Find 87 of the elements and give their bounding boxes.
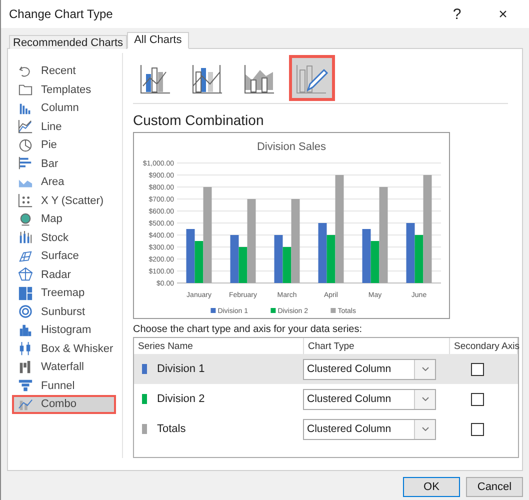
chart-type-item[interactable]: Stock bbox=[12, 228, 116, 247]
caret-icon bbox=[422, 367, 428, 371]
chart-type-item[interactable]: Bar bbox=[12, 154, 116, 173]
chart-type-label: Map bbox=[41, 213, 62, 226]
waterfall-chart-icon bbox=[18, 360, 33, 375]
bar bbox=[362, 229, 371, 283]
series-name: Division 2 bbox=[157, 393, 205, 405]
checkbox[interactable] bbox=[470, 362, 484, 376]
chart-type-item[interactable]: Box & Whisker bbox=[12, 340, 116, 358]
dialog-button[interactable]: OK bbox=[403, 477, 460, 497]
bar bbox=[274, 235, 283, 283]
chart-type-label: Surface bbox=[41, 250, 79, 262]
scatter-chart-icon bbox=[18, 193, 33, 208]
box-whisker-icon bbox=[18, 341, 33, 356]
chart-type-item[interactable]: Map bbox=[12, 210, 116, 228]
sunburst-icon bbox=[18, 304, 33, 320]
chart-title: Division Sales bbox=[256, 141, 326, 153]
bar-chart-icon bbox=[18, 156, 33, 172]
surface-chart-icon bbox=[18, 248, 33, 264]
checkbox[interactable] bbox=[470, 392, 484, 406]
help-button[interactable]: ? bbox=[439, 1, 475, 27]
chart-type-item[interactable]: Pie bbox=[12, 136, 116, 154]
treemap-icon bbox=[18, 286, 33, 301]
chart-type-dropdown[interactable]: Clustered Column bbox=[303, 388, 436, 410]
stock-chart-icon bbox=[18, 230, 33, 246]
funnel-icon bbox=[18, 378, 33, 394]
chart-type-label: Pie bbox=[41, 139, 57, 152]
chart-type-item[interactable]: Histogram bbox=[12, 321, 116, 340]
chart-subtype-button[interactable] bbox=[289, 55, 335, 101]
caret-icon bbox=[422, 397, 428, 401]
chart-type-dropdown[interactable]: Clustered Column bbox=[303, 418, 436, 440]
chart-type-label: Stock bbox=[41, 232, 69, 244]
chart-type-label: Box & Whisker bbox=[41, 342, 114, 355]
chart-type-item[interactable]: Sunburst bbox=[12, 302, 116, 321]
chart-type-label: Funnel bbox=[41, 380, 75, 392]
chart-type-label: Treemap bbox=[41, 287, 85, 300]
line-chart-icon bbox=[18, 119, 33, 134]
checkbox[interactable] bbox=[470, 422, 484, 436]
series-name: Division 1 bbox=[157, 363, 205, 375]
chart-type-label: Column bbox=[41, 102, 79, 114]
chart-type-item[interactable]: Column bbox=[12, 99, 116, 118]
chart-type-item[interactable]: Templates bbox=[12, 80, 116, 99]
series-row[interactable]: Division 1 Clustered Column bbox=[134, 354, 518, 384]
globe-icon bbox=[18, 212, 33, 227]
section-heading: Custom Combination bbox=[133, 112, 265, 128]
chart-type-item[interactable]: Recent bbox=[12, 62, 116, 80]
chart-type-label: Recent bbox=[41, 65, 76, 78]
chart-type-item[interactable]: X Y (Scatter) bbox=[12, 192, 116, 210]
chart-type-label: X Y (Scatter) bbox=[41, 194, 104, 207]
tab[interactable]: Recommended Charts bbox=[9, 35, 128, 49]
chart-type-item[interactable]: Treemap bbox=[12, 284, 116, 302]
chart-type-label: Sunburst bbox=[41, 306, 86, 318]
chart-type-dropdown[interactable]: Clustered Column bbox=[303, 358, 436, 380]
chart-type-label: Templates bbox=[41, 84, 92, 96]
legend-swatch bbox=[330, 308, 336, 313]
radar-chart-icon bbox=[18, 267, 33, 282]
folder-icon bbox=[18, 82, 33, 98]
chart-type-label: Area bbox=[41, 176, 64, 188]
legend-swatch bbox=[270, 308, 276, 313]
series-name: Totals bbox=[157, 423, 186, 435]
chart-type-item[interactable]: Funnel bbox=[12, 376, 116, 395]
histogram-icon bbox=[18, 322, 33, 338]
tab[interactable]: All Charts bbox=[127, 32, 189, 49]
bar bbox=[318, 223, 327, 283]
chart-type-label: Line bbox=[41, 120, 62, 133]
chart-type-label: Waterfall bbox=[41, 361, 84, 374]
chart-type-item[interactable]: Combo bbox=[12, 395, 116, 414]
combo-chart-icon bbox=[18, 396, 33, 412]
close-button[interactable]: × bbox=[485, 1, 521, 27]
chart-type-label: Combo bbox=[41, 398, 76, 410]
chart-type-label: Radar bbox=[41, 268, 71, 281]
instruction-text: Choose the chart type and axis for your data series: bbox=[133, 324, 364, 335]
dialog-button[interactable]: Cancel bbox=[466, 477, 523, 497]
bar bbox=[186, 229, 195, 283]
window-title: Change Chart Type bbox=[9, 7, 114, 21]
legend-swatch bbox=[210, 308, 216, 313]
chart-type-item[interactable]: Line bbox=[12, 118, 116, 136]
chart-type-label: Histogram bbox=[41, 324, 92, 336]
chart-type-item[interactable]: Radar bbox=[12, 266, 116, 284]
chart-type-item[interactable]: Area bbox=[12, 173, 116, 192]
chart-type-item[interactable]: Surface bbox=[12, 247, 116, 266]
caret-icon bbox=[422, 427, 428, 431]
chart-type-label: Bar bbox=[41, 158, 58, 170]
bar bbox=[406, 223, 415, 283]
bar bbox=[230, 235, 239, 283]
chart-type-item[interactable]: Waterfall bbox=[12, 358, 116, 376]
pie-chart-icon bbox=[18, 138, 33, 153]
